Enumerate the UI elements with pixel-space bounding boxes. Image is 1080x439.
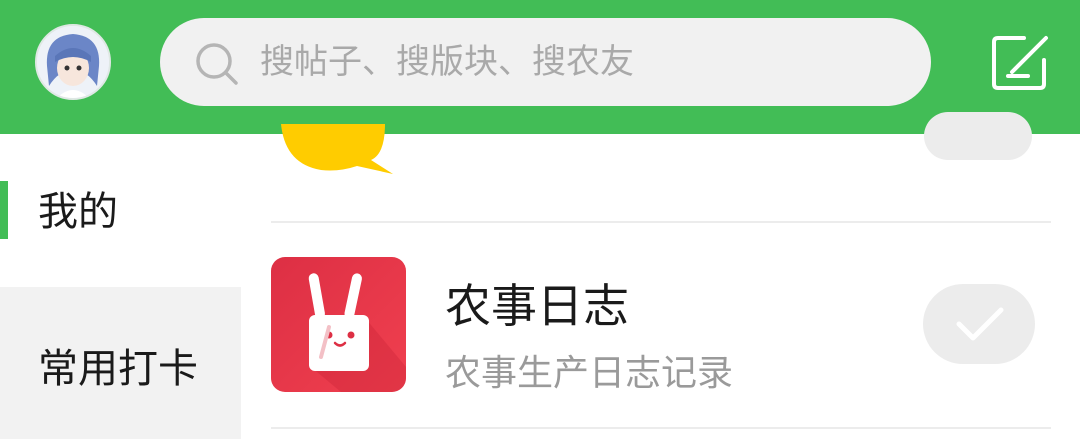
sidebar-item-mine[interactable]: 我的 bbox=[0, 134, 241, 287]
search-input[interactable] bbox=[260, 18, 880, 106]
sidebar-item-label: 我的 bbox=[38, 189, 118, 235]
divider bbox=[271, 221, 1051, 223]
search-bar[interactable] bbox=[160, 18, 931, 106]
app-list: 农事日志 农事生产日志记录 bbox=[241, 112, 1080, 439]
top-bar bbox=[0, 0, 1080, 134]
active-indicator bbox=[0, 181, 8, 239]
app-subtitle: 农事生产日志记录 bbox=[445, 353, 734, 394]
divider bbox=[271, 427, 1051, 429]
sidebar: 我的 常用打卡 bbox=[0, 134, 241, 439]
compose-icon[interactable] bbox=[988, 30, 1054, 96]
checkmark-icon bbox=[956, 307, 1004, 341]
user-avatar-icon bbox=[37, 26, 109, 98]
chat-bubble-icon bbox=[281, 124, 393, 174]
add-toggle-button[interactable] bbox=[924, 112, 1032, 160]
search-icon bbox=[196, 43, 238, 85]
sidebar-item-checkin[interactable]: 常用打卡 bbox=[0, 287, 241, 439]
avatar[interactable] bbox=[35, 24, 111, 100]
rabbit-ears-icon bbox=[271, 257, 406, 392]
sidebar-item-label: 常用打卡 bbox=[38, 346, 198, 392]
added-check-button[interactable] bbox=[923, 284, 1035, 364]
app-title: 农事日志 bbox=[445, 279, 629, 333]
